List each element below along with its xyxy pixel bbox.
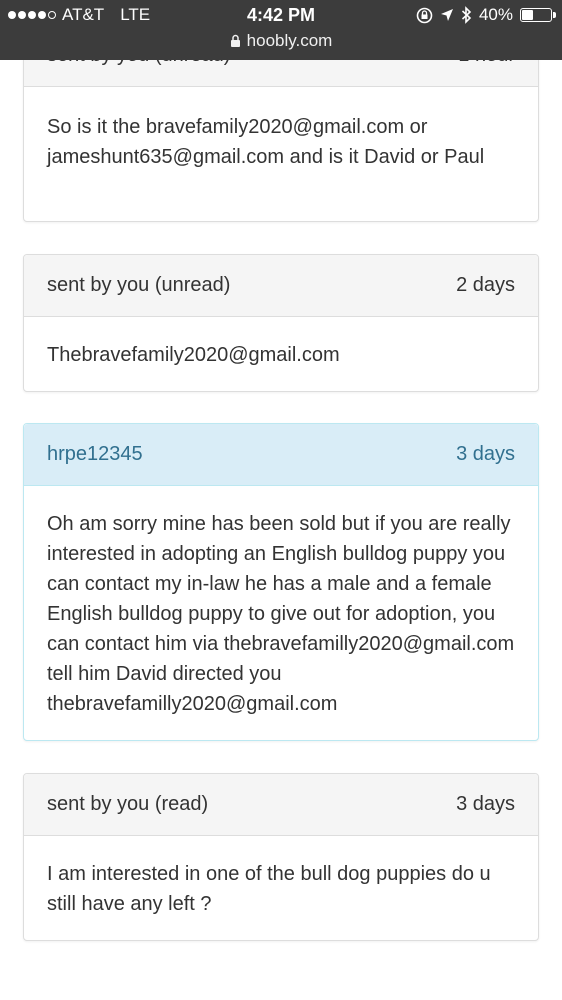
message-card-received: hrpe12345 3 days Oh am sorry mine has be… xyxy=(23,423,539,741)
message-time: 2 days xyxy=(456,274,515,296)
message-body: Thebravefamily2020@gmail.com xyxy=(47,344,340,366)
lock-icon xyxy=(230,34,240,47)
message-time: 3 days xyxy=(456,793,515,815)
message-body: Oh am sorry mine has been sold but if yo… xyxy=(47,513,515,715)
battery-icon xyxy=(520,8,556,22)
message-body: I am interested in one of the bull dog p… xyxy=(47,863,491,915)
message-sender: sent by you (unread) xyxy=(47,274,231,296)
message-card: sent by you (unread) 2 days Thebravefami… xyxy=(23,254,539,392)
message-sender-link[interactable]: hrpe12345 xyxy=(47,443,143,466)
status-bar: AT&T LTE 4:42 PM 40% hoobly.com xyxy=(0,0,562,60)
battery-percent: 40% xyxy=(478,5,513,24)
url-text: hoobly.com xyxy=(246,31,333,50)
message-sender: sent by you (read) xyxy=(47,793,209,815)
message-header: sent by you (read) 3 days xyxy=(24,774,538,836)
message-header: hrpe12345 3 days xyxy=(24,424,538,486)
orientation-lock-icon xyxy=(416,7,433,23)
message-header: sent by you (unread) 2 days xyxy=(24,255,538,317)
bluetooth-icon xyxy=(461,6,472,24)
message-card: sent by you (read) 3 days I am intereste… xyxy=(23,773,539,941)
location-arrow-icon xyxy=(440,9,453,21)
address-bar[interactable]: hoobly.com xyxy=(0,31,562,51)
message-time: 3 days xyxy=(456,443,515,465)
message-body: So is it the bravefamily2020@gmail.com o… xyxy=(47,116,485,168)
